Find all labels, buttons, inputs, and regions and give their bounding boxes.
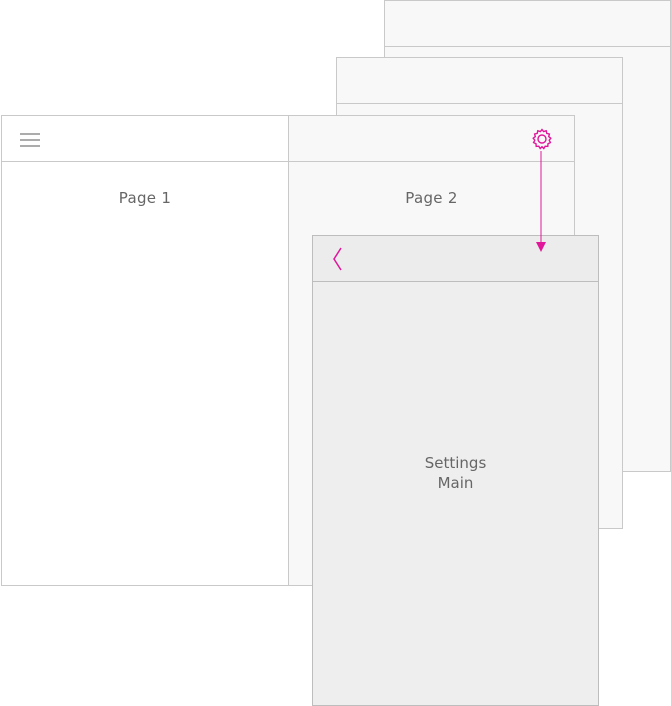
stacked-screen-back-header <box>385 1 670 47</box>
page-2-header <box>289 116 574 162</box>
settings-title-line-2: Main <box>437 474 474 492</box>
gear-icon[interactable] <box>530 127 554 151</box>
settings-header <box>313 236 598 282</box>
page-1-title: Page 1 <box>118 189 172 207</box>
stacked-screen-middle-header <box>337 58 622 104</box>
settings-main-title: Settings Main <box>313 453 598 493</box>
settings-title-line-1: Settings <box>424 454 487 472</box>
hamburger-icon[interactable] <box>20 132 40 148</box>
back-chevron-icon[interactable] <box>332 247 344 271</box>
page-2-title: Page 2 <box>405 189 458 207</box>
page-1-header <box>2 116 288 162</box>
page-1-screen: Page 1 <box>1 115 289 586</box>
settings-main-screen: Settings Main <box>312 235 599 706</box>
